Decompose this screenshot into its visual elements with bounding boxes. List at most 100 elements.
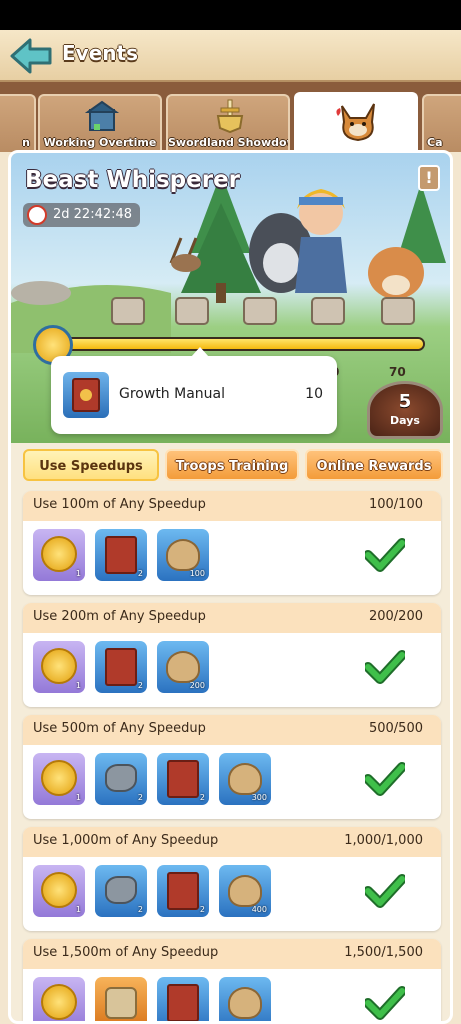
paw-coin-icon-graphic [41,872,77,908]
completed-check-icon [365,986,405,1020]
subtab-troops-training[interactable]: Troops Training [165,449,299,481]
tab-label: Working Overtime [43,136,157,149]
status-bar [0,0,461,30]
growth-manual-icon[interactable] [157,977,209,1021]
task-name: Use 1,000m of Any Speedup [33,833,219,848]
tooltip-item-name: Growth Manual [119,386,225,402]
task-progress: 200/200 [368,609,423,624]
paw-bag-icon[interactable]: 100 [157,529,209,581]
reward-quantity: 2 [199,793,205,802]
stone-icon[interactable]: 2 [95,753,147,805]
scroll-icon-graphic [105,987,137,1019]
paw-bag-icon-graphic [228,763,262,795]
sword-shield-icon [216,99,244,134]
milestone-chest[interactable] [381,297,415,325]
growth-manual-icon-graphic [167,872,199,910]
paw-coin-icon[interactable]: 1 [33,529,85,581]
milestone-chest[interactable] [111,297,145,325]
reward-quantity: 1 [75,905,81,914]
reward-quantity: 1 [75,793,81,802]
reward-quantity: 2 [199,905,205,914]
growth-manual-icon-graphic [105,536,137,574]
tab-beast-whisperer[interactable] [294,92,418,154]
task-progress: 100/100 [368,497,423,512]
paw-bag-icon-graphic [228,875,262,907]
growth-manual-icon[interactable]: 2 [157,753,209,805]
paw-bag-icon-graphic [166,651,200,683]
task-name: Use 200m of Any Speedup [33,609,206,624]
task-card: Use 100m of Any Speedup 100/100 1 2 100 [23,491,441,595]
subtab-online-rewards[interactable]: Online Rewards [305,449,443,481]
reward-quantity: 1 [75,569,81,578]
back-arrow-icon[interactable] [8,36,54,76]
item-tooltip: Growth Manual 10 [51,347,337,434]
tab-label: Ca [427,136,443,149]
task-card: Use 1,500m of Any Speedup 1,500/1,500 [23,939,441,1021]
task-card: Use 1,000m of Any Speedup 1,000/1,000 1 2 2 4… [23,827,441,931]
reward-quantity: 2 [137,569,143,578]
task-list[interactable]: Use 100m of Any Speedup 100/100 1 2 100 Use 2… [23,491,441,1021]
tooltip-arrow [191,347,209,357]
tooltip-item-quantity: 10 [305,386,323,402]
event-banner: Beast Whisperer 2d 22:42:48 ! 0 70 5 Day… [11,153,450,443]
milestone-chest[interactable] [243,297,277,325]
task-progress: 500/500 [368,721,423,736]
timer-text: 2d 22:42:48 [53,207,133,222]
building-icon [84,100,120,131]
paw-bag-icon[interactable] [219,977,271,1021]
reward-quantity: 2 [137,905,143,914]
days-label: Days [390,414,420,427]
paw-coin-icon-graphic [41,536,77,572]
completed-check-icon [365,874,405,908]
progress-fill [65,339,423,349]
growth-manual-icon[interactable]: 2 [95,641,147,693]
milestone-chest[interactable] [175,297,209,325]
task-card: Use 200m of Any Speedup 200/200 1 2 200 [23,603,441,707]
growth-manual-icon[interactable]: 2 [95,529,147,581]
tab-event-next[interactable]: Ca [422,94,461,152]
paw-coin-icon-graphic [41,648,77,684]
paw-coin-icon[interactable] [33,977,85,1021]
milestone-progress-bar [63,337,425,351]
stone-icon-graphic [105,764,137,792]
subtab-bar: Use Speedups Troops Training Online Rewa… [11,449,450,485]
paw-coin-icon[interactable]: 1 [33,753,85,805]
completed-check-icon [365,538,405,572]
subtab-use-speedups[interactable]: Use Speedups [23,449,159,481]
tab-swordland-showdown[interactable]: Swordland Showdown [166,94,290,152]
event-panel: Beast Whisperer 2d 22:42:48 ! 0 70 5 Day… [8,150,453,1024]
stone-icon[interactable]: 2 [95,865,147,917]
paw-bag-icon[interactable]: 400 [219,865,271,917]
scroll-icon[interactable] [95,977,147,1021]
lynx-head-icon [336,103,375,142]
milestone-chest[interactable] [311,297,345,325]
tab-event-prev[interactable]: n [0,94,36,152]
paw-coin-icon[interactable]: 1 [33,641,85,693]
event-tab-strip[interactable]: n Working Overtime Swordland Showdown [0,82,461,154]
growth-manual-icon[interactable]: 2 [157,865,209,917]
paw-bag-icon-graphic [166,539,200,571]
clock-icon [27,205,47,225]
growth-manual-icon [63,372,109,418]
paw-bag-icon[interactable]: 200 [157,641,209,693]
paw-bag-icon[interactable]: 300 [219,753,271,805]
milestone-label: 70 [389,365,406,379]
reward-quantity: 1 [75,681,81,690]
tab-label: Swordland Showdown [168,136,288,149]
completed-check-icon [365,762,405,796]
tab-label: n [22,136,30,149]
top-bar: Events [0,30,461,82]
paw-coin-icon-graphic [41,984,77,1020]
events-screen: Events n Working Overtime Swordland Show… [0,0,461,1024]
task-name: Use 500m of Any Speedup [33,721,206,736]
growth-manual-icon-graphic [105,648,137,686]
event-title: Beast Whisperer [25,167,241,193]
page-title: Events [62,41,138,65]
info-button[interactable]: ! [418,165,440,191]
task-progress: 1,500/1,500 [344,945,423,960]
growth-manual-icon-graphic [167,760,199,798]
reward-quantity: 2 [137,793,143,802]
event-timer: 2d 22:42:48 [23,203,141,227]
tab-working-overtime[interactable]: Working Overtime [38,94,162,152]
paw-coin-icon[interactable]: 1 [33,865,85,917]
